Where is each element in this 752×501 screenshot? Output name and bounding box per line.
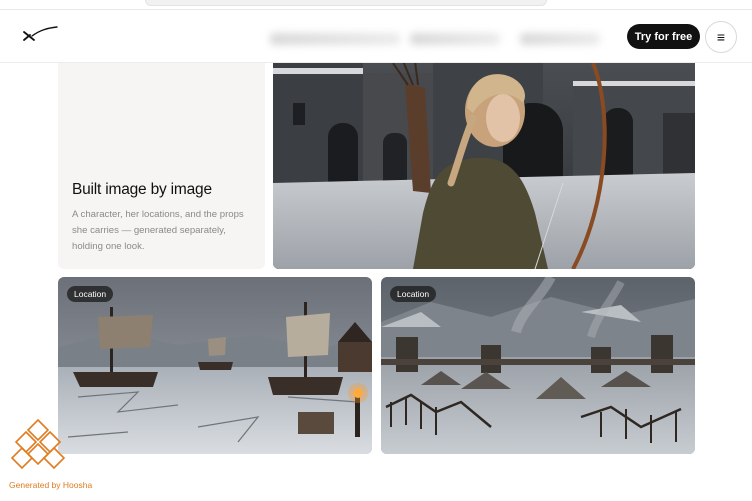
location-badge: Location — [390, 286, 437, 302]
blurred-nav-link[interactable] — [520, 33, 600, 45]
top-navbar: Try for free ≡ — [0, 11, 752, 63]
hamburger-menu-icon: ≡ — [716, 29, 726, 45]
location-badge: Location — [67, 286, 114, 302]
intro-title: Built image by image — [72, 181, 212, 198]
browser-top-strip — [0, 0, 752, 10]
character-hero-image[interactable] — [273, 63, 695, 269]
watermark-text: Generated by Hoosha — [9, 480, 93, 490]
address-bar[interactable] — [145, 0, 547, 6]
menu-button[interactable]: ≡ — [705, 21, 737, 53]
location-card-camp[interactable]: Location — [381, 277, 695, 454]
x-mark-logo-icon[interactable] — [20, 26, 60, 46]
try-for-free-button[interactable]: Try for free — [627, 24, 700, 49]
blurred-nav-link[interactable] — [270, 33, 400, 45]
hoosha-logo-icon — [10, 418, 66, 470]
blurred-nav-link[interactable] — [410, 33, 500, 45]
hoosha-watermark: Generated by Hoosha — [8, 418, 118, 496]
intro-description: A character, her locations, and the prop… — [72, 209, 244, 252]
intro-card: Built image by image A character, her lo… — [58, 63, 265, 269]
